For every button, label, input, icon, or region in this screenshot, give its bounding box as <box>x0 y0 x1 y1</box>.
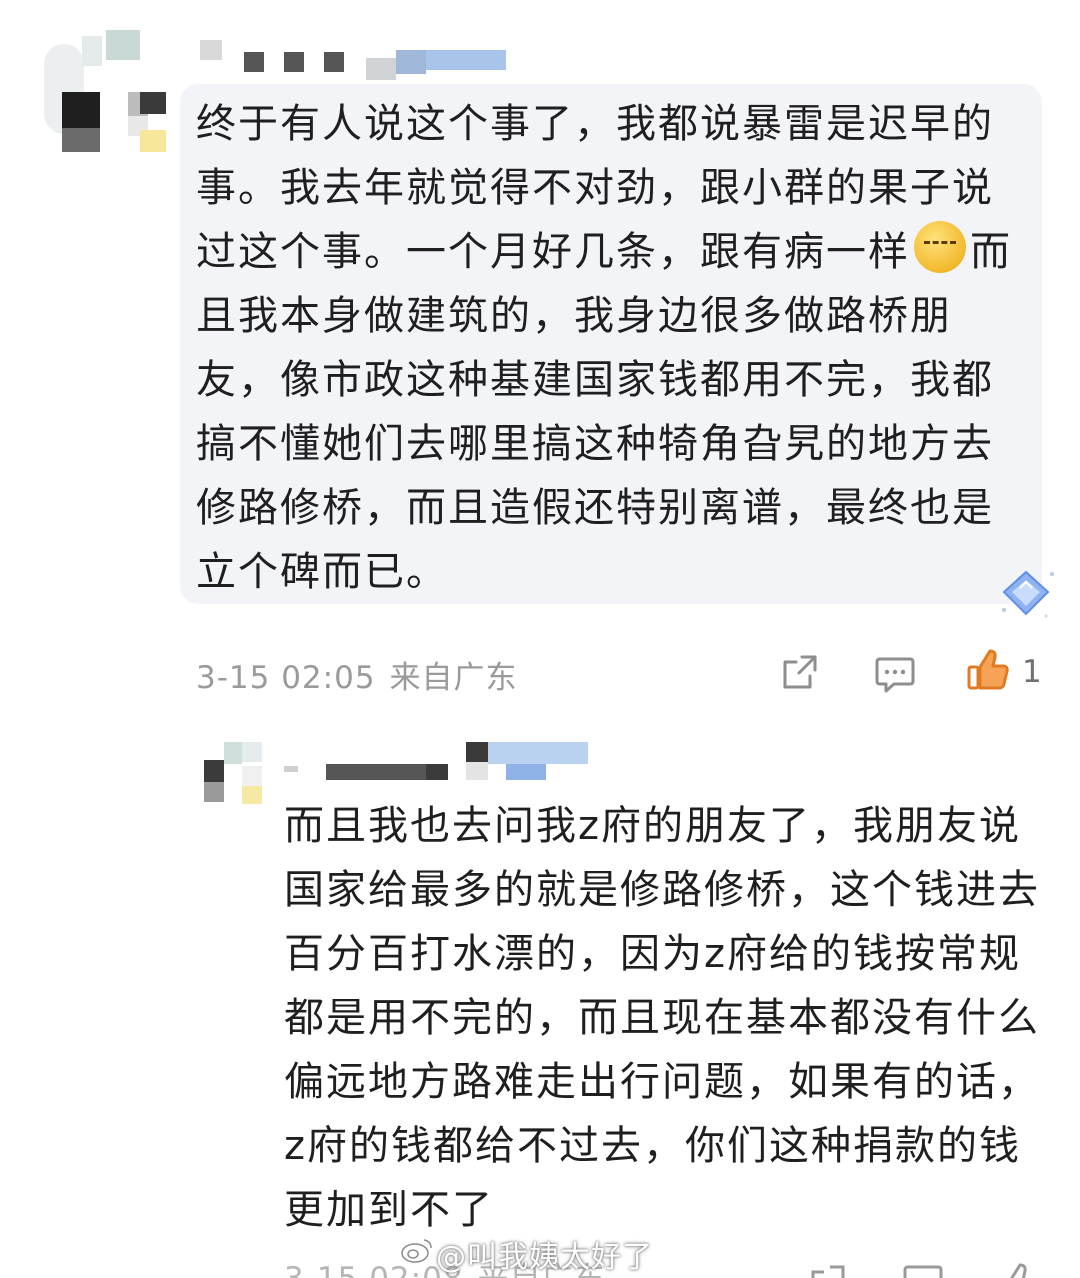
reply-share-icon[interactable] <box>808 1262 848 1278</box>
thumbs-up-icon[interactable] <box>966 648 1010 692</box>
share-icon[interactable] <box>780 652 820 692</box>
replier-username[interactable] <box>280 740 600 780</box>
like-count: 1 <box>1022 654 1042 690</box>
comment-location: 来自广东 <box>389 660 518 696</box>
replier-avatar[interactable] <box>196 738 268 810</box>
reply-comment-icon[interactable] <box>874 654 916 694</box>
reply-text: 而且我也去问我z府的朋友了，我朋友说国家给最多的就是修路修桥，这个钱进去百分百打… <box>284 803 1040 1233</box>
watermark: @叫我姨太好了 <box>436 1240 653 1275</box>
reply-comment-icon[interactable] <box>902 1262 944 1278</box>
commenter-avatar[interactable] <box>36 30 168 162</box>
grimace-emoji-icon <box>914 221 966 273</box>
weibo-logo-icon <box>401 1239 432 1263</box>
comment-text: 终于有人说这个事了，我都说暴雷是迟早的事。我去年就觉得不对劲，跟小群的果子说过这… <box>196 92 1032 604</box>
comment-meta: 3-15 02:05 来自广东 <box>196 652 518 697</box>
commenter-username[interactable] <box>196 40 516 80</box>
comment-thread: 终于有人说这个事了，我都说暴雷是迟早的事。我去年就觉得不对劲，跟小群的果子说过这… <box>0 0 1080 1278</box>
comment-timestamp: 3-15 02:05 <box>196 660 376 696</box>
comment-text-part2: 而且我本身做建筑的，我身边很多做路桥朋友，像市政这种基建国家钱都用不完，我都搞不… <box>196 229 1012 595</box>
reply-thumbs-up-icon[interactable] <box>996 1262 1040 1278</box>
comment-text-part1: 终于有人说这个事了，我都说暴雷是迟早的事。我去年就觉得不对劲，跟小群的果子说过这… <box>196 101 994 275</box>
diamond-badge-icon <box>1002 570 1054 618</box>
